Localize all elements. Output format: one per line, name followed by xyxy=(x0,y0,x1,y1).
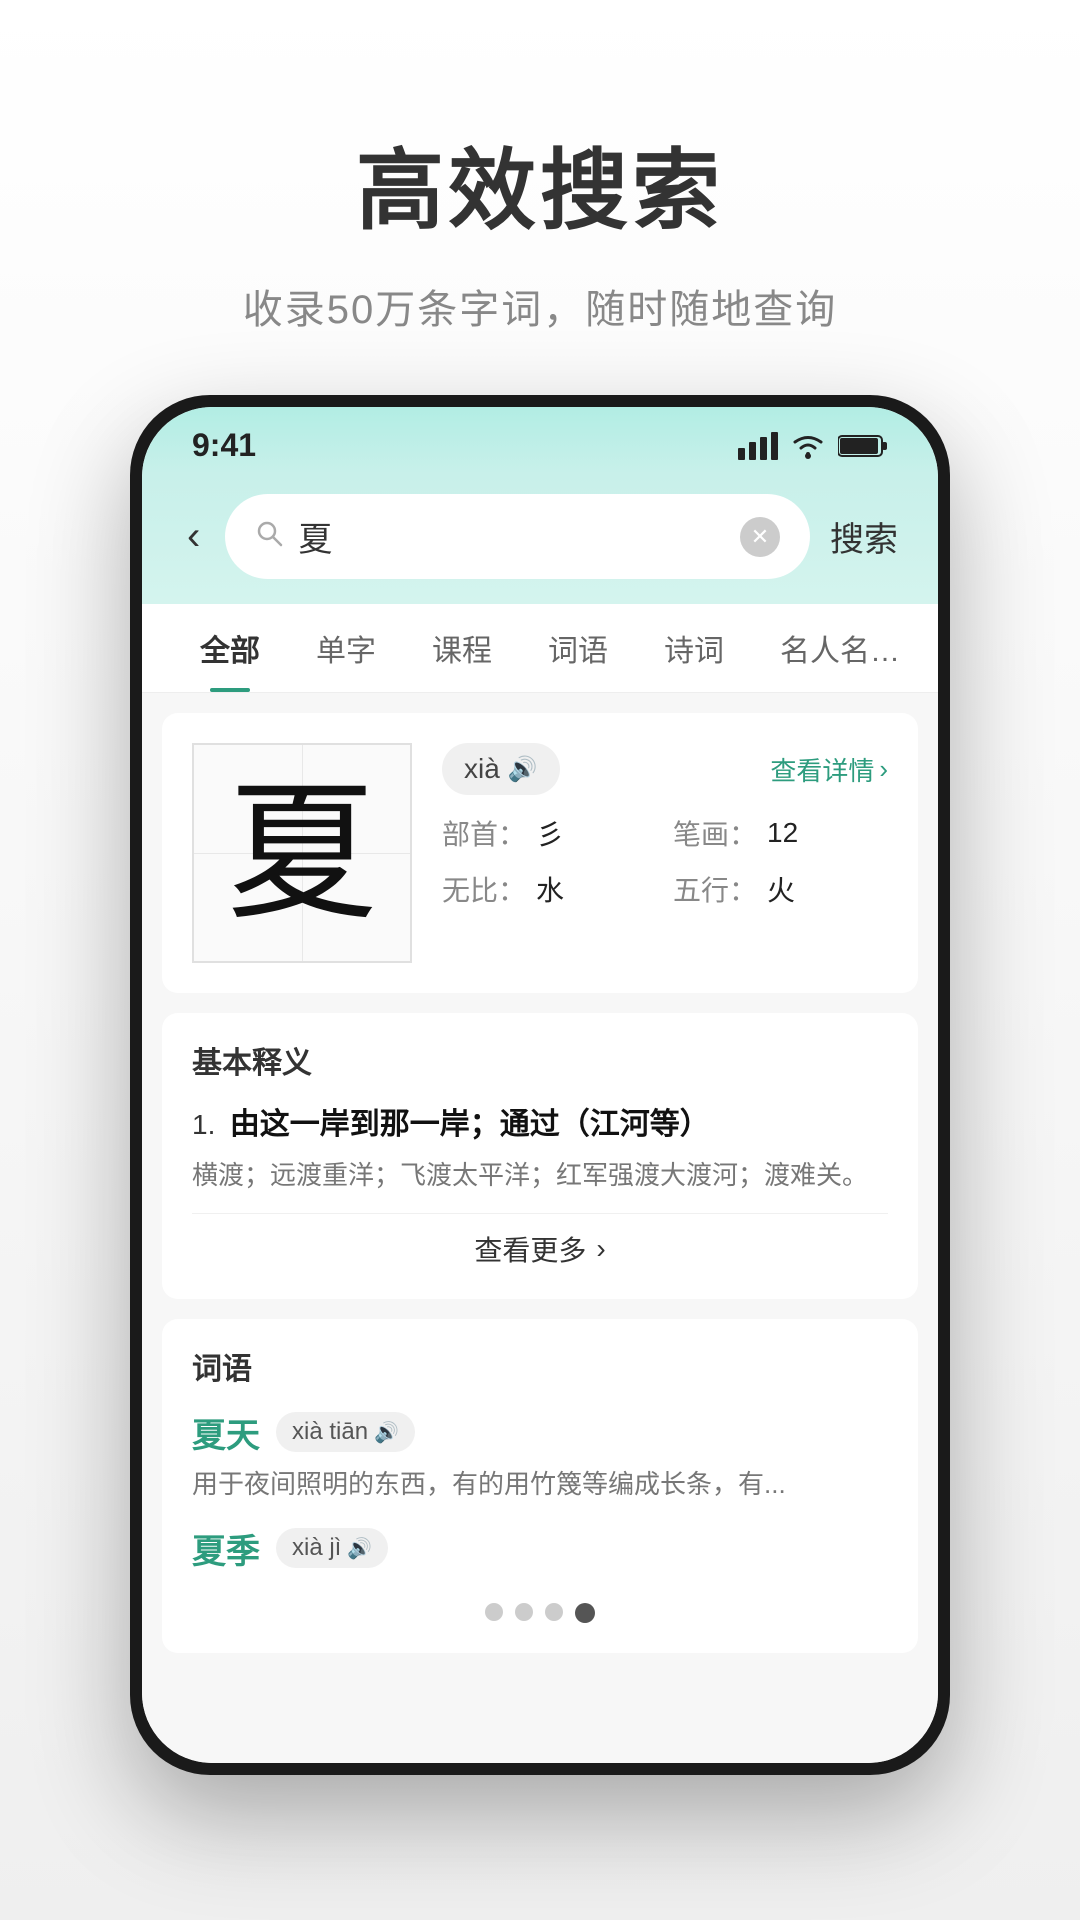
pagination-dots xyxy=(192,1593,888,1628)
word-item-1[interactable]: 夏天 xià tiān 🔊 用于夜间照明的东西，有的用竹篾等编成长条，有... xyxy=(192,1408,888,1504)
definition-section: 基本释义 1. 由这一岸到那一岸；通过（江河等） 横渡；远渡重洋；飞渡太平洋；红… xyxy=(162,1013,918,1299)
search-icon xyxy=(255,519,283,554)
status-icons xyxy=(738,432,888,460)
tab-word[interactable]: 词语 xyxy=(520,604,636,692)
dot-4-active[interactable] xyxy=(575,1603,595,1623)
tabs-row: 全部 单字 课程 词语 诗词 名人名… xyxy=(142,604,938,693)
wubi-label: 无比： xyxy=(442,869,526,909)
bihua-item: 笔画： 12 xyxy=(673,813,888,853)
tab-all[interactable]: 全部 xyxy=(172,604,288,692)
chevron-right-icon: › xyxy=(879,754,888,785)
def-example-1: 横渡；远渡重洋；飞渡太平洋；红军强渡大渡河；渡难关。 xyxy=(192,1155,888,1197)
back-button[interactable]: ‹ xyxy=(182,509,205,564)
wuxing-label: 五行： xyxy=(673,869,757,909)
page-subtitle: 收录50万条字词，随时随地查询 xyxy=(40,277,1040,335)
word-pinyin-text-1: xià tiān xyxy=(292,1418,368,1446)
dot-3[interactable] xyxy=(545,1603,563,1621)
sound-icon[interactable]: 🔊 xyxy=(508,755,538,784)
tab-famous-quote[interactable]: 名人名… xyxy=(752,604,928,692)
pinyin-row: xià 🔊 查看详情 › xyxy=(442,743,888,795)
search-area: ‹ 夏 ✕ 搜索 xyxy=(142,474,938,604)
wubi-item: 无比： 水 xyxy=(442,869,657,909)
search-input-container[interactable]: 夏 ✕ xyxy=(225,494,810,579)
word-sound-icon-1[interactable]: 🔊 xyxy=(374,1420,399,1445)
signal-icon xyxy=(738,432,778,460)
definition-section-title: 基本释义 xyxy=(192,1038,888,1082)
page-background: 高效搜索 收录50万条字词，随时随地查询 9:41 xyxy=(0,0,1080,1920)
content-area: 夏 xià 🔊 查看详情 › xyxy=(142,693,938,1763)
wubi-value: 水 xyxy=(536,869,564,909)
see-more-label: 查看更多 xyxy=(474,1229,586,1269)
tab-poetry[interactable]: 诗词 xyxy=(636,604,752,692)
tab-single-char[interactable]: 单字 xyxy=(288,604,404,692)
word-header-2: 夏季 xià jì 🔊 xyxy=(192,1524,888,1573)
bihua-label: 笔画： xyxy=(673,813,757,853)
def-number-1: 1. xyxy=(192,1109,215,1140)
phone-mockup: 9:41 xyxy=(130,395,950,1775)
pinyin-text: xià xyxy=(464,753,500,785)
word-header-1: 夏天 xià tiān 🔊 xyxy=(192,1408,888,1457)
detail-link[interactable]: 查看详情 › xyxy=(770,751,888,788)
phone-screen: 9:41 xyxy=(142,407,938,1763)
search-button[interactable]: 搜索 xyxy=(830,512,898,561)
word-pinyin-text-2: xià jì xyxy=(292,1534,341,1562)
character-info: xià 🔊 查看详情 › 部首： 彡 xyxy=(442,743,888,963)
see-more-button[interactable]: 查看更多 › xyxy=(192,1213,888,1274)
battery-icon xyxy=(838,433,888,459)
search-input-value[interactable]: 夏 xyxy=(298,512,725,561)
word-pinyin-2: xià jì 🔊 xyxy=(276,1528,388,1568)
bushou-item: 部首： 彡 xyxy=(442,813,657,853)
wuxing-item: 五行： 火 xyxy=(673,869,888,909)
clear-button[interactable]: ✕ xyxy=(740,517,780,557)
word-section-title: 词语 xyxy=(192,1344,888,1388)
chevron-right-more-icon: › xyxy=(596,1233,605,1265)
word-item-2[interactable]: 夏季 xià jì 🔊 xyxy=(192,1524,888,1573)
character-big: 夏 xyxy=(227,778,377,928)
character-display: 夏 xyxy=(192,743,412,963)
header-section: 高效搜索 收录50万条字词，随时随地查询 xyxy=(0,0,1080,395)
word-pinyin-1: xià tiān 🔊 xyxy=(276,1412,415,1452)
word-section: 词语 夏天 xià tiān 🔊 用于夜间照明的东西，有的用竹篾等编成长条，有.… xyxy=(162,1319,918,1653)
character-card: 夏 xià 🔊 查看详情 › xyxy=(162,713,918,993)
bushou-label: 部首： xyxy=(442,813,526,853)
dot-2[interactable] xyxy=(515,1603,533,1621)
status-time: 9:41 xyxy=(192,427,256,464)
def-main-1: 由这一岸到那一岸；通过（江河等） xyxy=(230,1108,710,1141)
page-title: 高效搜索 xyxy=(40,120,1040,247)
bihua-value: 12 xyxy=(767,817,798,849)
word-char-1: 夏天 xyxy=(192,1408,260,1457)
character-details: 部首： 彡 笔画： 12 无比： 水 xyxy=(442,813,888,909)
wifi-icon xyxy=(790,432,826,460)
word-def-1: 用于夜间照明的东西，有的用竹篾等编成长条，有... xyxy=(192,1465,888,1504)
status-bar: 9:41 xyxy=(142,407,938,474)
bushou-value: 彡 xyxy=(536,813,564,853)
word-char-2: 夏季 xyxy=(192,1524,260,1573)
tab-course[interactable]: 课程 xyxy=(404,604,520,692)
dot-1[interactable] xyxy=(485,1603,503,1621)
detail-link-label: 查看详情 xyxy=(770,751,874,788)
word-sound-icon-2[interactable]: 🔊 xyxy=(347,1536,372,1561)
wuxing-value: 火 xyxy=(767,869,795,909)
definition-item-1: 1. 由这一岸到那一岸；通过（江河等） 横渡；远渡重洋；飞渡太平洋；红军强渡大渡… xyxy=(192,1102,888,1197)
pinyin-badge: xià 🔊 xyxy=(442,743,560,795)
